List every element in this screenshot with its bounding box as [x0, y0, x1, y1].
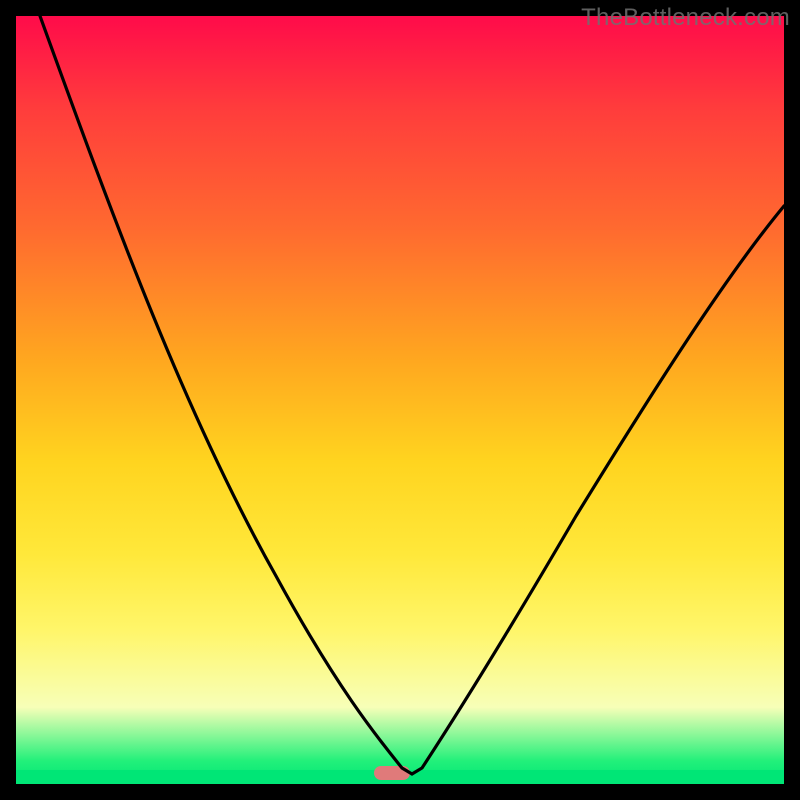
bottleneck-curve — [16, 16, 784, 784]
optimal-marker — [374, 766, 410, 780]
watermark-text: TheBottleneck.com — [581, 4, 790, 32]
chart-container: TheBottleneck.com — [0, 0, 800, 800]
plot-area — [16, 16, 784, 784]
curve-path — [40, 16, 784, 774]
